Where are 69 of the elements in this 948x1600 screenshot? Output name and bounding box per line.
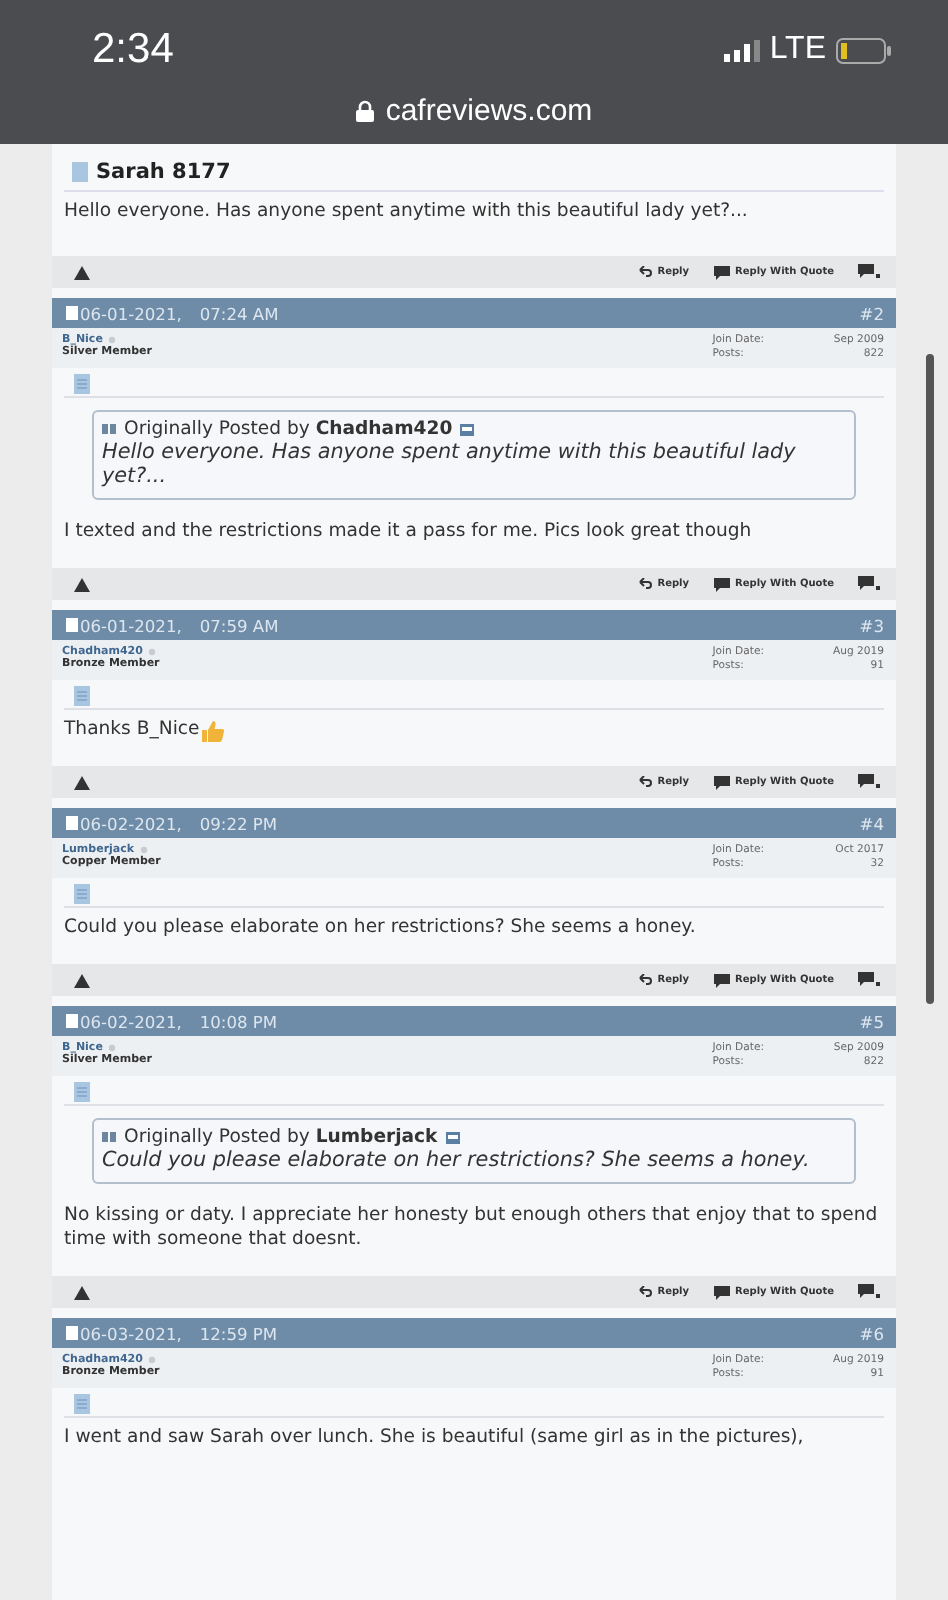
offline-dot-icon: [148, 648, 157, 656]
post-time: 10:08 PM: [199, 1011, 278, 1031]
view-post-icon[interactable]: [445, 1131, 460, 1143]
offline-dot-icon: [108, 1044, 117, 1052]
multi-quote-icon[interactable]: [858, 972, 880, 988]
address-text[interactable]: cafreviews.com: [385, 94, 593, 128]
document-icon: [72, 162, 88, 182]
post-icon: [66, 306, 78, 320]
post-time: 12:59 PM: [199, 1323, 278, 1343]
speech-bubble-icon: [713, 1285, 730, 1299]
lock-icon: [355, 100, 374, 122]
document-icon: [74, 374, 90, 394]
reply-arrow-icon: [637, 265, 652, 279]
document-icon: [74, 686, 90, 706]
post-date: 06-02-2021,: [80, 1011, 182, 1031]
offline-dot-icon: [148, 1356, 157, 1364]
warning-icon[interactable]: [74, 577, 90, 591]
quote-icon: [102, 1132, 116, 1142]
document-icon: [74, 1394, 90, 1414]
quote-attribution: Originally Posted by Lumberjack: [124, 1126, 438, 1148]
speech-bubble-icon: [713, 265, 730, 279]
quote-text: Could you please elaborate on her restrictions? She seems a honey.: [102, 1148, 812, 1172]
speech-bubble-icon: [713, 775, 730, 789]
reply-arrow-icon: [637, 577, 652, 591]
document-icon: [74, 1082, 90, 1102]
post-time: 07:59 AM: [199, 615, 279, 635]
warning-icon[interactable]: [74, 265, 90, 279]
quote-icon: [102, 424, 116, 434]
post-message: Thanks B_Nice: [64, 718, 200, 742]
post-time: 09:22 PM: [199, 813, 278, 833]
offline-dot-icon: [140, 846, 149, 854]
warning-icon[interactable]: [74, 973, 90, 987]
thread-title: Sarah 8177: [96, 160, 231, 184]
multi-quote-icon[interactable]: [858, 576, 880, 592]
post-message: I went and saw Sarah over lunch. She is beautiful (same girl as in the pictures),: [64, 1426, 804, 1450]
post-message: Could you please elaborate on her restrictions? She seems a honey.: [64, 916, 696, 940]
multi-quote-icon[interactable]: [858, 774, 880, 790]
signal-icon: [723, 39, 760, 61]
post-date: 06-01-2021,: [80, 615, 182, 635]
post-icon: [66, 1014, 78, 1028]
scrollbar[interactable]: [926, 354, 934, 1004]
view-post-icon[interactable]: [460, 423, 475, 435]
post-message: I texted and the restrictions made it a pass for me. Pics look great though: [64, 520, 752, 544]
post-date: 06-01-2021,: [80, 303, 182, 323]
reply-arrow-icon: [637, 1285, 652, 1299]
post-date: 06-03-2021,: [80, 1323, 182, 1343]
warning-icon[interactable]: [74, 1285, 90, 1299]
warning-icon[interactable]: [74, 775, 90, 789]
post-icon: [66, 618, 78, 632]
speech-bubble-icon: [713, 577, 730, 591]
speech-bubble-icon: [713, 973, 730, 987]
battery-icon: [836, 37, 892, 63]
reply-arrow-icon: [637, 973, 652, 987]
reply-arrow-icon: [637, 775, 652, 789]
post-time: 07:24 AM: [199, 303, 279, 323]
clock: 2:34: [92, 26, 174, 74]
network-label: LTE: [769, 32, 826, 68]
document-icon: [74, 884, 90, 904]
quote-attribution: Originally Posted by Chadham420: [124, 418, 453, 440]
post-icon: [66, 816, 78, 830]
offline-dot-icon: [108, 336, 117, 344]
multi-quote-icon[interactable]: [858, 264, 880, 280]
post-date: 06-02-2021,: [80, 813, 182, 833]
post-icon: [66, 1326, 78, 1340]
post-message: No kissing or daty. I appreciate her honesty but enough others that enjoy that to spend time with someone that doesnt.: [64, 1204, 880, 1252]
thumbs-up-icon: [201, 719, 224, 741]
post-message: Hello everyone. Has anyone spent anytime with this beautiful lady yet?...: [64, 198, 750, 226]
quote-text: Hello everyone. Has anyone spent anytime with this beautiful lady yet?...: [102, 440, 798, 488]
multi-quote-icon[interactable]: [858, 1284, 880, 1300]
